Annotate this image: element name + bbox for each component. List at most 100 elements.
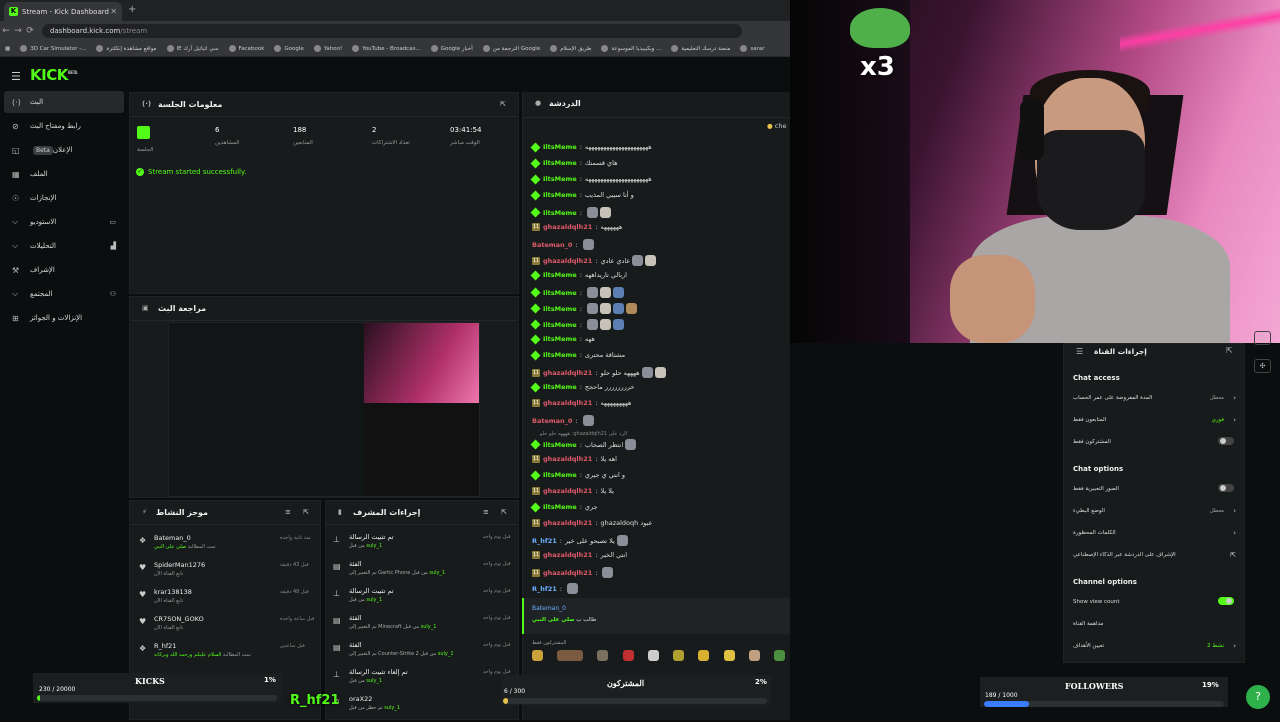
sidebar-item-7[interactable]: ⚒ الإشراف [4, 259, 124, 281]
chat-username[interactable]: IltsMeme [543, 175, 577, 183]
filter-icon[interactable]: ≡ [285, 508, 291, 516]
mod-action-row[interactable]: ▤ الفئة تم التغيير إلى Counter-Strike 2 من… [333, 641, 513, 668]
chat-username[interactable]: ghazaldqlh21 [543, 223, 592, 231]
chat-username[interactable]: IltsMeme [543, 471, 577, 479]
emote-icon[interactable] [532, 650, 543, 661]
chat-username[interactable]: IltsMeme [543, 503, 577, 511]
sidebar-item-2[interactable]: ◱ الإعلانBeta [4, 139, 124, 161]
bookmark-item[interactable]: YouTube - Broadcas... [352, 45, 421, 52]
bookmark-item[interactable]: الترجمة من Google [482, 45, 540, 52]
activity-row[interactable]: ♥ krar138138 تابع القناة الآن قبل 48 دقيقة [136, 588, 316, 615]
toggle-switch[interactable] [1218, 484, 1234, 492]
mod-action-row[interactable]: ▤ الفئة تم التغيير إلى Gartic Phone من قبل… [333, 560, 513, 587]
apps-icon[interactable]: ▦ [5, 46, 10, 52]
chat-username[interactable]: IltsMeme [543, 335, 577, 343]
chat-username[interactable]: ghazaldqlh21 [543, 487, 592, 495]
mod-action-row[interactable]: ▤ الفئة تم التغيير إلى Minecraft من قبل su… [333, 614, 513, 641]
chat-message[interactable]: 11 ghazaldqlh21: يلا يلا [532, 487, 614, 495]
chat-message[interactable]: 11 ghazaldqlh21: ghazaldoqh عبود [532, 519, 652, 527]
chat-message[interactable]: 11 ghazaldqlh21: [532, 567, 614, 578]
sidebar-item-6[interactable]: ⌵ التحليلات ▟ [4, 235, 124, 257]
chat-message[interactable]: Bateman_0: [532, 239, 594, 250]
popout-icon[interactable]: ⇱ [501, 508, 507, 516]
chat-message[interactable]: IltsMeme: هههههههههههههههههههههه [530, 142, 652, 152]
chat-username[interactable]: ghazaldqlh21 [543, 455, 592, 463]
chat-toggle-icon[interactable]: ◫ [1254, 331, 1271, 345]
chat-message[interactable]: R_hf21: يلا تصبحو على خير [532, 535, 628, 546]
chat-message[interactable]: 11 ghazaldqlh21: انتي الخير [532, 551, 627, 559]
forward-icon[interactable]: → [12, 26, 24, 36]
chat-username[interactable]: ghazaldqlh21 [543, 257, 592, 265]
chevron-right-icon[interactable]: › [1233, 394, 1236, 402]
bookmark-item[interactable]: Google أخبار [430, 45, 473, 52]
close-tab-icon[interactable]: ✕ [110, 7, 117, 16]
toggle-switch[interactable] [1218, 437, 1234, 445]
settings-row[interactable]: المشتركون فقط [1073, 437, 1238, 445]
settings-row[interactable]: تعيين الأهداف نشط 2 › [1073, 642, 1238, 650]
sidebar-item-9[interactable]: ⊞ الإنزالات و الجوائز [4, 307, 124, 329]
mod-action-row[interactable]: ⊥ تم تثبيت الرسالة من قبل suly_1 قبل يوم وا… [333, 533, 513, 560]
chat-message[interactable]: 11 ghazaldqlh21: ههههه حلو حلو [532, 367, 666, 378]
chat-message[interactable]: IltsMeme: [530, 287, 624, 298]
bookmark-item[interactable]: 3D Car Simulator -... [20, 45, 86, 52]
chat-username[interactable]: ghazaldqlh21 [543, 551, 592, 559]
chat-message[interactable]: Bateman_0: [532, 415, 594, 426]
settings-row[interactable]: المدة المفروضة على عمر الحساب معطل › [1073, 394, 1238, 402]
activity-row[interactable]: ♥ CR7SON_GOKO تابع القناة الآن قبل ساعة وا… [136, 615, 316, 642]
sidebar-item-5[interactable]: ⌵ الاستوديو ▭ [4, 211, 124, 233]
chat-message[interactable]: IltsMeme: انتظر الصحاب [530, 439, 637, 450]
popout-icon[interactable]: ⇱ [1226, 346, 1233, 355]
chat-message[interactable]: IltsMeme: [530, 303, 637, 314]
chat-message[interactable]: 11 ghazaldqlh21: هههههههههه [532, 399, 631, 407]
chevron-right-icon[interactable]: › [1233, 529, 1236, 537]
chat-message[interactable]: IltsMeme: هاي قسمتك [530, 158, 618, 168]
chevron-right-icon[interactable]: › [1233, 507, 1236, 515]
chat-message[interactable]: IltsMeme: اربالي تاريداههه [530, 270, 627, 280]
settings-row[interactable]: الوضع البطيء معطل › [1073, 507, 1238, 515]
chat-username[interactable]: IltsMeme [543, 143, 577, 151]
emote-icon[interactable] [773, 650, 785, 661]
pinned-message[interactable]: ● che [767, 122, 786, 130]
reload-icon[interactable]: ⟳ [24, 26, 36, 36]
menu-icon[interactable]: ☰ [11, 70, 21, 83]
chat-username[interactable]: ghazaldqlh21 [543, 399, 592, 407]
url-input[interactable]: dashboard.kick.com/stream [42, 24, 742, 38]
chat-username[interactable]: IltsMeme [543, 289, 577, 297]
sidebar-item-8[interactable]: ⌵ المجتمع ⚇ [4, 283, 124, 305]
chat-message[interactable]: 11 ghazaldqlh21: ههههههه [532, 223, 622, 231]
kick-logo[interactable]: KICKBETA [30, 66, 78, 84]
help-icon[interactable]: ? [1246, 685, 1270, 709]
chat-username[interactable]: IltsMeme [543, 441, 577, 449]
settings-row[interactable]: Show view count [1073, 597, 1238, 605]
bookmark-item[interactable]: Google [274, 45, 304, 52]
bookmark-item[interactable]: ويكيبيديا الموسوعة ... [601, 45, 661, 52]
chat-username[interactable]: IltsMeme [543, 191, 577, 199]
chevron-right-icon[interactable]: › [1233, 642, 1236, 650]
emote-icon[interactable] [622, 650, 634, 661]
settings-row[interactable]: المتابعون فقط فوري › [1073, 416, 1238, 424]
chat-username[interactable]: IltsMeme [543, 383, 577, 391]
popout-icon[interactable]: ⇱ [303, 508, 309, 516]
chat-username[interactable]: R_hf21 [532, 585, 557, 593]
sidebar-item-3[interactable]: ▦ الملف [4, 163, 124, 185]
bookmark-item[interactable]: منصة درسك التعليمية [671, 45, 730, 52]
chat-username[interactable]: R_hf21 [532, 537, 557, 545]
bookmark-item[interactable]: مواقع مشاهدة إنكلترة [96, 45, 157, 52]
emote-icon[interactable] [673, 650, 685, 661]
mod-action-row[interactable]: ⊥ تم تثبيت الرسالة من قبل suly_1 قبل يوم وا… [333, 587, 513, 614]
chat-message[interactable]: 11 ghazaldqlh21: عادي عادي [532, 255, 657, 266]
activity-row[interactable]: ❖ Bateman_0 تمت المطالبة صلي على النبي منذ … [136, 534, 316, 561]
chat-username[interactable]: IltsMeme [543, 271, 577, 279]
settings-toggle-icon[interactable]: ✣ [1254, 359, 1271, 373]
chat-username[interactable]: IltsMeme [543, 351, 577, 359]
stream-preview[interactable] [168, 322, 480, 497]
chat-username[interactable]: ghazaldqlh21 [543, 519, 592, 527]
sidebar-item-0[interactable]: (·) البث [4, 91, 124, 113]
chat-message[interactable]: R_hf21: [532, 583, 578, 594]
chat-message[interactable]: IltsMeme: مشتاقة محترى [530, 350, 625, 360]
sidebar-item-1[interactable]: ⊘ رابط ومفتاح البث [4, 115, 124, 137]
bookmark-item[interactable]: Facebook [228, 45, 264, 52]
emote-icon[interactable] [698, 650, 710, 661]
chevron-right-icon[interactable]: › [1233, 416, 1236, 424]
chat-username[interactable]: Bateman_0 [532, 417, 572, 425]
